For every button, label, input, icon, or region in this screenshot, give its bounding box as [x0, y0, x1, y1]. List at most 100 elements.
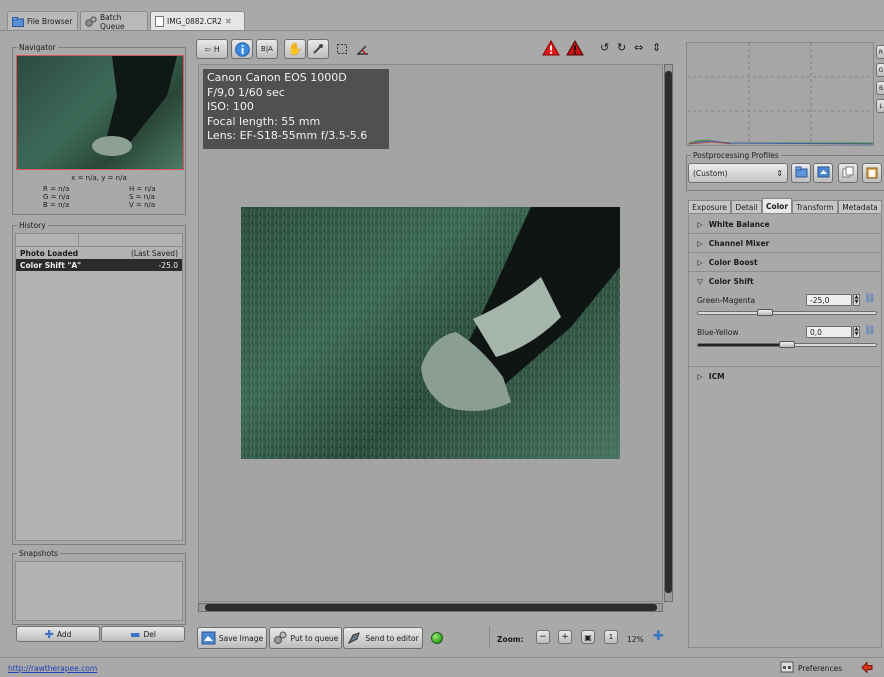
tab-metadata[interactable]: Metadata [838, 200, 882, 214]
tab-color[interactable]: Color [762, 198, 792, 214]
delete-snapshot-button[interactable]: ▬ Del [101, 626, 185, 642]
navigator-hsv: H = n/a S = n/a V = n/a [129, 185, 156, 209]
zoom-100-button[interactable]: 1 [604, 630, 618, 644]
send-to-editor-button[interactable]: Send to editor [343, 627, 423, 649]
flip-vertical-button[interactable]: ⇕ [652, 41, 661, 54]
new-detail-window-button[interactable]: ✚ [653, 630, 667, 644]
zoom-value: 12% [627, 635, 644, 644]
preferences-button[interactable]: Preferences [780, 661, 842, 675]
crop-icon [336, 43, 348, 55]
before-after-button[interactable]: B|A [256, 39, 278, 59]
hand-tool-button[interactable]: ✋ [284, 39, 306, 59]
profile-copy-button[interactable] [838, 163, 858, 183]
before-after-label: B|A [261, 45, 273, 53]
tab-label: Metadata [842, 202, 878, 212]
editor-label: Send to editor [365, 633, 419, 643]
expand-arrow-icon: ▷ [697, 372, 703, 381]
open-icon [795, 166, 808, 180]
info-button[interactable] [231, 39, 253, 59]
zoom-out-button[interactable]: − [536, 630, 550, 644]
flip-horizontal-button[interactable]: ⇔ [634, 41, 643, 54]
profile-save-button[interactable] [813, 163, 833, 183]
paste-icon [866, 166, 878, 181]
status-bar: http://rawtherapee.com Preferences [0, 657, 884, 677]
tab-label: Exposure [692, 202, 727, 212]
photo-preview [241, 207, 620, 459]
rotate-left-button[interactable]: ↺ [600, 41, 609, 54]
straighten-tool-button[interactable] [354, 41, 370, 57]
save-image-button[interactable]: Save Image [197, 627, 267, 649]
g-value: G = n/a [43, 193, 70, 201]
vertical-scroll-thumb[interactable] [665, 71, 672, 593]
select-arrows-icon: ⇕ [776, 168, 783, 178]
arrow-left-icon: ⇦ [204, 44, 211, 54]
histogram-red-button[interactable]: R [876, 45, 884, 59]
add-snapshot-button[interactable]: ✚ Add [16, 626, 100, 642]
zoom-in-button[interactable]: + [558, 630, 572, 644]
save-label: Save Image [218, 633, 264, 643]
tab-exposure[interactable]: Exposure [688, 200, 731, 214]
navigator-thumbnail[interactable] [16, 55, 184, 170]
tool-label: Channel Mixer [708, 238, 770, 248]
profile-open-button[interactable] [791, 163, 811, 183]
link-icon[interactable]: ⛓ [864, 294, 875, 304]
profile-select[interactable]: (Custom) ⇕ [688, 163, 788, 183]
v-value: V = n/a [129, 201, 156, 209]
tab-batch-queue[interactable]: Batch Queue [80, 11, 148, 31]
queue-label: Put to queue [290, 633, 339, 643]
tab-transform[interactable]: Transform [792, 200, 838, 214]
exit-icon[interactable] [860, 661, 874, 676]
histogram [686, 42, 874, 146]
white-balance-picker-button[interactable] [307, 39, 329, 59]
preview-area[interactable]: Canon Canon EOS 1000D F/9,0 1/60 sec ISO… [198, 64, 663, 602]
history-row-selected[interactable]: Color Shift "A" -25.0 [16, 259, 182, 271]
blue-yellow-label: Blue-Yellow [697, 328, 739, 337]
vertical-scrollbar[interactable] [664, 64, 673, 602]
blue-yellow-input[interactable]: 0,0 [806, 326, 852, 338]
tab-image-editor[interactable]: IMG_0882.CR2 ✖ [150, 11, 245, 31]
save-icon [201, 631, 216, 645]
rotate-right-button[interactable]: ↻ [617, 41, 626, 54]
profile-paste-button[interactable] [862, 163, 882, 183]
shadow-clipping-button[interactable] [566, 40, 584, 58]
zoom-in-icon: + [561, 632, 569, 642]
navigator-coords: x = n/a, y = n/a [71, 174, 127, 182]
green-magenta-spinner[interactable]: ▲ ▼ [853, 294, 860, 306]
green-magenta-input[interactable]: -25,0 [806, 294, 852, 306]
del-label: Del [143, 629, 156, 639]
rotate-left-icon: ↺ [600, 41, 610, 54]
white-balance-expander[interactable]: ▷ White Balance [689, 215, 881, 234]
tab-file-browser[interactable]: File Browser [7, 11, 78, 31]
zoom-fit-button[interactable]: ▣ [581, 630, 595, 644]
website-link[interactable]: http://rawtherapee.com [8, 664, 97, 673]
histogram-blue-button[interactable]: B [876, 81, 884, 95]
icm-expander[interactable]: ▷ ICM [689, 367, 881, 386]
green-magenta-slider[interactable] [697, 311, 877, 315]
crop-tool-button[interactable] [334, 41, 350, 57]
status-indicator-icon [431, 632, 443, 644]
highlight-clipping-button[interactable] [542, 40, 560, 58]
green-magenta-slider-knob[interactable] [756, 309, 773, 316]
color-shift-expander[interactable]: ▽ Color Shift [689, 272, 881, 291]
history-panel: History Photo Loaded (Last Saved) Color … [12, 221, 186, 545]
color-boost-expander[interactable]: ▷ Color Boost [689, 253, 881, 272]
histogram-green-button[interactable]: G [876, 63, 884, 77]
tab-detail[interactable]: Detail [731, 200, 762, 214]
history-toggle-button[interactable]: ⇦ H [196, 39, 228, 59]
history-row[interactable]: Photo Loaded (Last Saved) [16, 247, 182, 259]
exif-iso: ISO: 100 [207, 100, 254, 113]
blue-yellow-slider-knob[interactable] [779, 341, 795, 348]
put-to-queue-button[interactable]: Put to queue [269, 627, 342, 649]
link-icon[interactable]: ⛓ [864, 326, 875, 336]
horizontal-scrollbar[interactable] [198, 603, 663, 612]
navigator-panel: Navigator x = n/a, y = n/a R = n/a G = n… [12, 43, 186, 215]
s-value: S = n/a [129, 193, 155, 201]
channel-mixer-expander[interactable]: ▷ Channel Mixer [689, 234, 881, 253]
horizontal-scroll-thumb[interactable] [205, 604, 657, 611]
flip-vertical-icon: ⇕ [652, 41, 662, 54]
blue-yellow-spinner[interactable]: ▲ ▼ [853, 326, 860, 338]
close-icon[interactable]: ✖ [225, 17, 232, 26]
flip-horizontal-icon: ⇔ [634, 41, 644, 54]
histogram-luminance-button[interactable]: L [876, 99, 884, 113]
history-row-name: Photo Loaded [20, 248, 79, 258]
